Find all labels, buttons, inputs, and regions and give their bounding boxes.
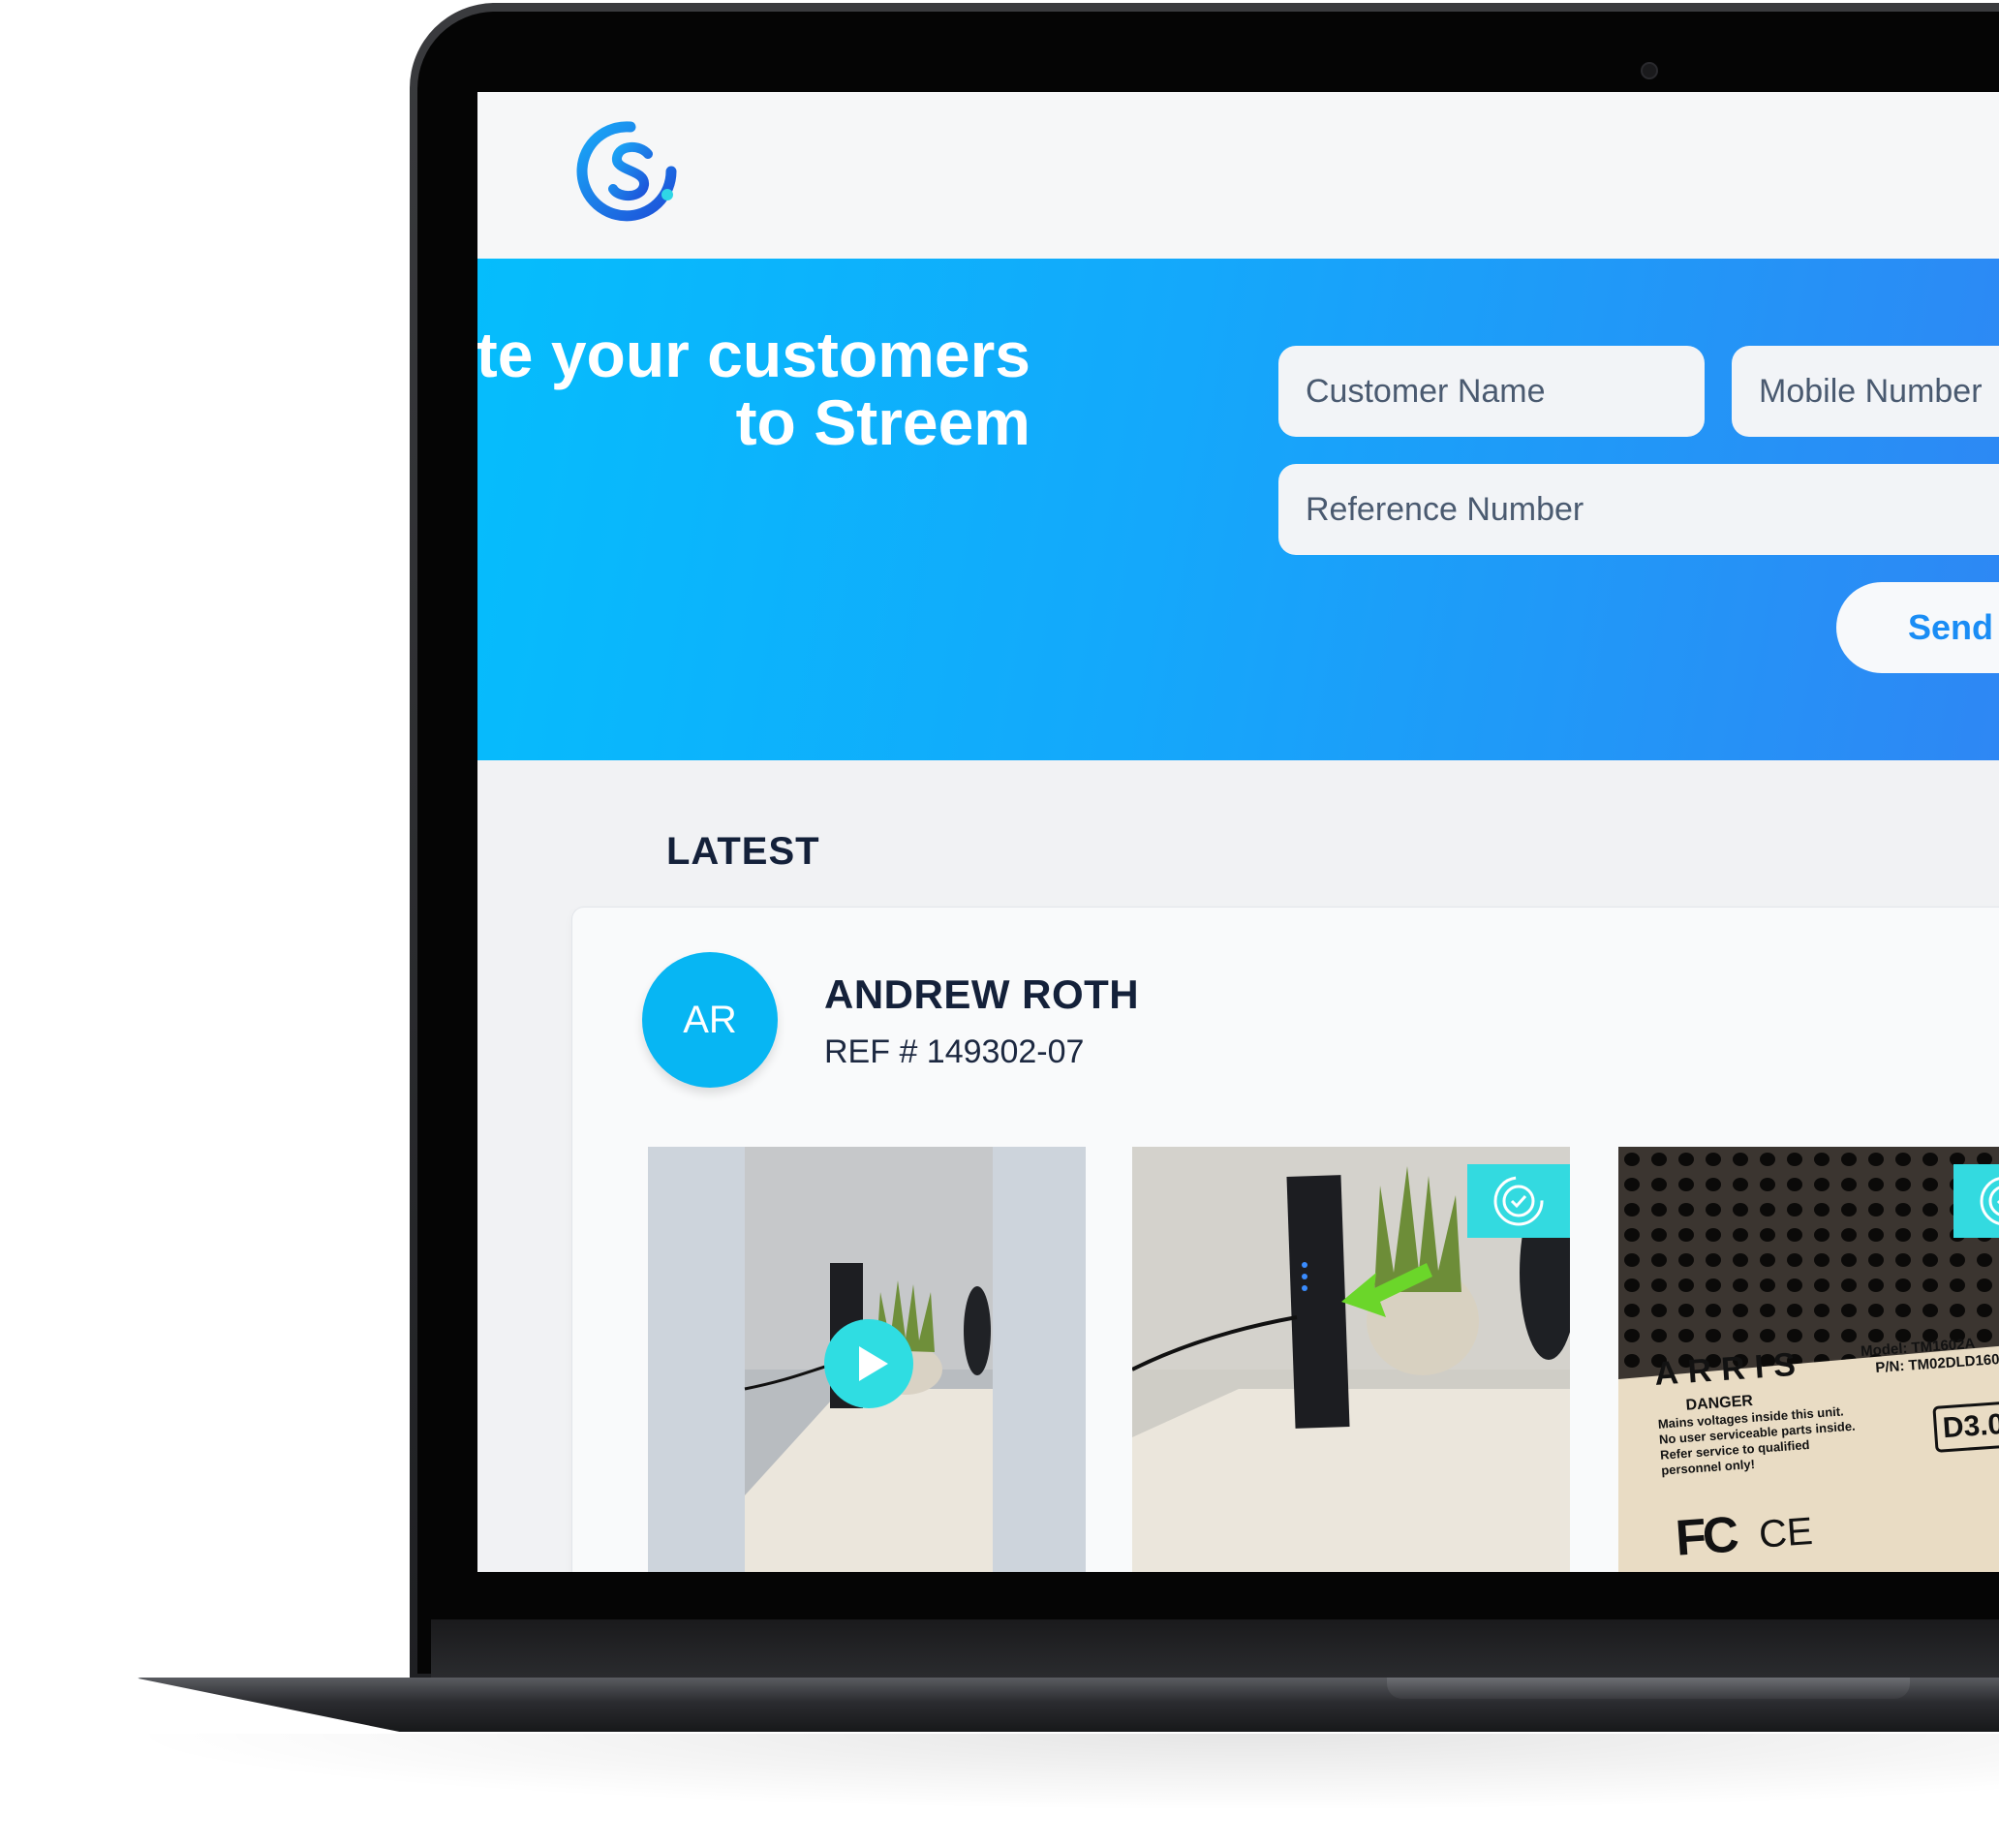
customer-name: ANDREW ROTH (824, 971, 1140, 1017)
streem-logo-icon[interactable] (570, 111, 691, 231)
app-screen: Invite your customers to Streem Customer… (477, 92, 1999, 1572)
laptop-bezel-bottom (431, 1619, 1999, 1678)
invite-hero: Invite your customers to Streem Customer… (477, 259, 1999, 760)
avatar: AR (642, 952, 778, 1088)
annotated-photo-thumbnail[interactable] (1132, 1147, 1570, 1572)
hero-title: Invite your customers to Streem (477, 321, 1030, 456)
latest-call-card[interactable]: AR ANDREW ROTH REF # 149302-07 ARRIS Mod… (572, 908, 1999, 1572)
send-invite-button[interactable]: Send (1836, 582, 1999, 673)
latest-heading: LATEST (666, 830, 820, 873)
customer-reference: REF # 149302-07 (824, 1033, 1085, 1070)
device-label: ARRIS Model: TM1602A P/N: TM02DLD160 DAN… (1653, 1328, 1999, 1569)
label-ce-mark: CE (1757, 1510, 1815, 1556)
laptop-hinge-notch (1387, 1678, 1910, 1699)
reference-number-input[interactable]: Reference Number (1278, 464, 1999, 555)
device-label-photo-thumbnail[interactable]: ARRIS Model: TM1602A P/N: TM02DLD160 DAN… (1618, 1147, 1999, 1572)
play-icon[interactable] (822, 1317, 915, 1410)
verified-badge-icon (1953, 1164, 1999, 1238)
top-header (477, 92, 1999, 259)
video-thumbnail[interactable] (648, 1147, 1086, 1572)
hero-title-line-1: Invite your customers (477, 319, 1030, 390)
verified-badge-icon (1467, 1164, 1570, 1238)
hero-title-line-2: to Streem (735, 386, 1030, 458)
webcam-icon (1641, 62, 1658, 79)
label-fcc-logo: FC (1674, 1506, 1738, 1567)
laptop-shadow (116, 1734, 1999, 1811)
mobile-number-input[interactable]: Mobile Number (1732, 346, 1999, 437)
label-docsis-badge: D3.0 (1932, 1401, 1999, 1453)
customer-name-input[interactable]: Customer Name (1278, 346, 1705, 437)
